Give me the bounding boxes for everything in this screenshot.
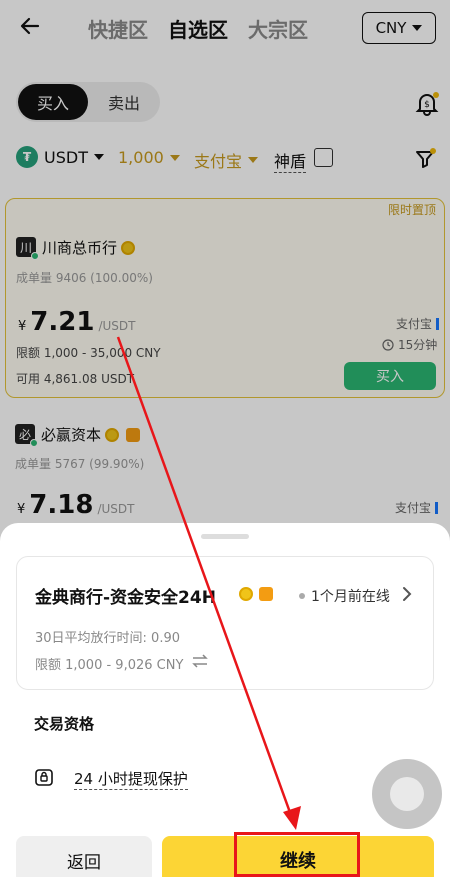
merchant-name: 金典商行-资金安全24H (35, 588, 216, 608)
status-dot-icon (299, 593, 305, 599)
swap-icon[interactable] (191, 654, 209, 668)
section-title: 交易资格 (34, 715, 95, 733)
merchant-shield-icon (259, 587, 273, 601)
drag-handle[interactable] (201, 534, 249, 539)
chevron-right-icon[interactable] (399, 585, 415, 603)
assistive-touch-button[interactable] (372, 759, 442, 829)
return-button[interactable]: 返回 (16, 836, 152, 877)
avg-release-time: 30日平均放行时间: 0.90 (35, 631, 180, 646)
merchant-info-card[interactable]: 金典商行-资金安全24H 1个月前在线 30日平均放行时间: 0.90 限额 1… (16, 556, 434, 690)
order-bottom-sheet: 金典商行-资金安全24H 1个月前在线 30日平均放行时间: 0.90 限额 1… (0, 523, 450, 877)
limit-range: 限额 1,000 - 9,026 CNY (35, 658, 184, 673)
verified-badge-icon (239, 587, 253, 601)
lock-icon (35, 769, 53, 786)
highlight-box (234, 832, 360, 877)
online-status-label: 1个月前在线 (311, 589, 390, 605)
withdrawal-protection-label[interactable]: 24 小时提现保护 (74, 768, 188, 790)
assistive-touch-inner (390, 777, 424, 811)
online-status: 1个月前在线 (299, 586, 390, 606)
